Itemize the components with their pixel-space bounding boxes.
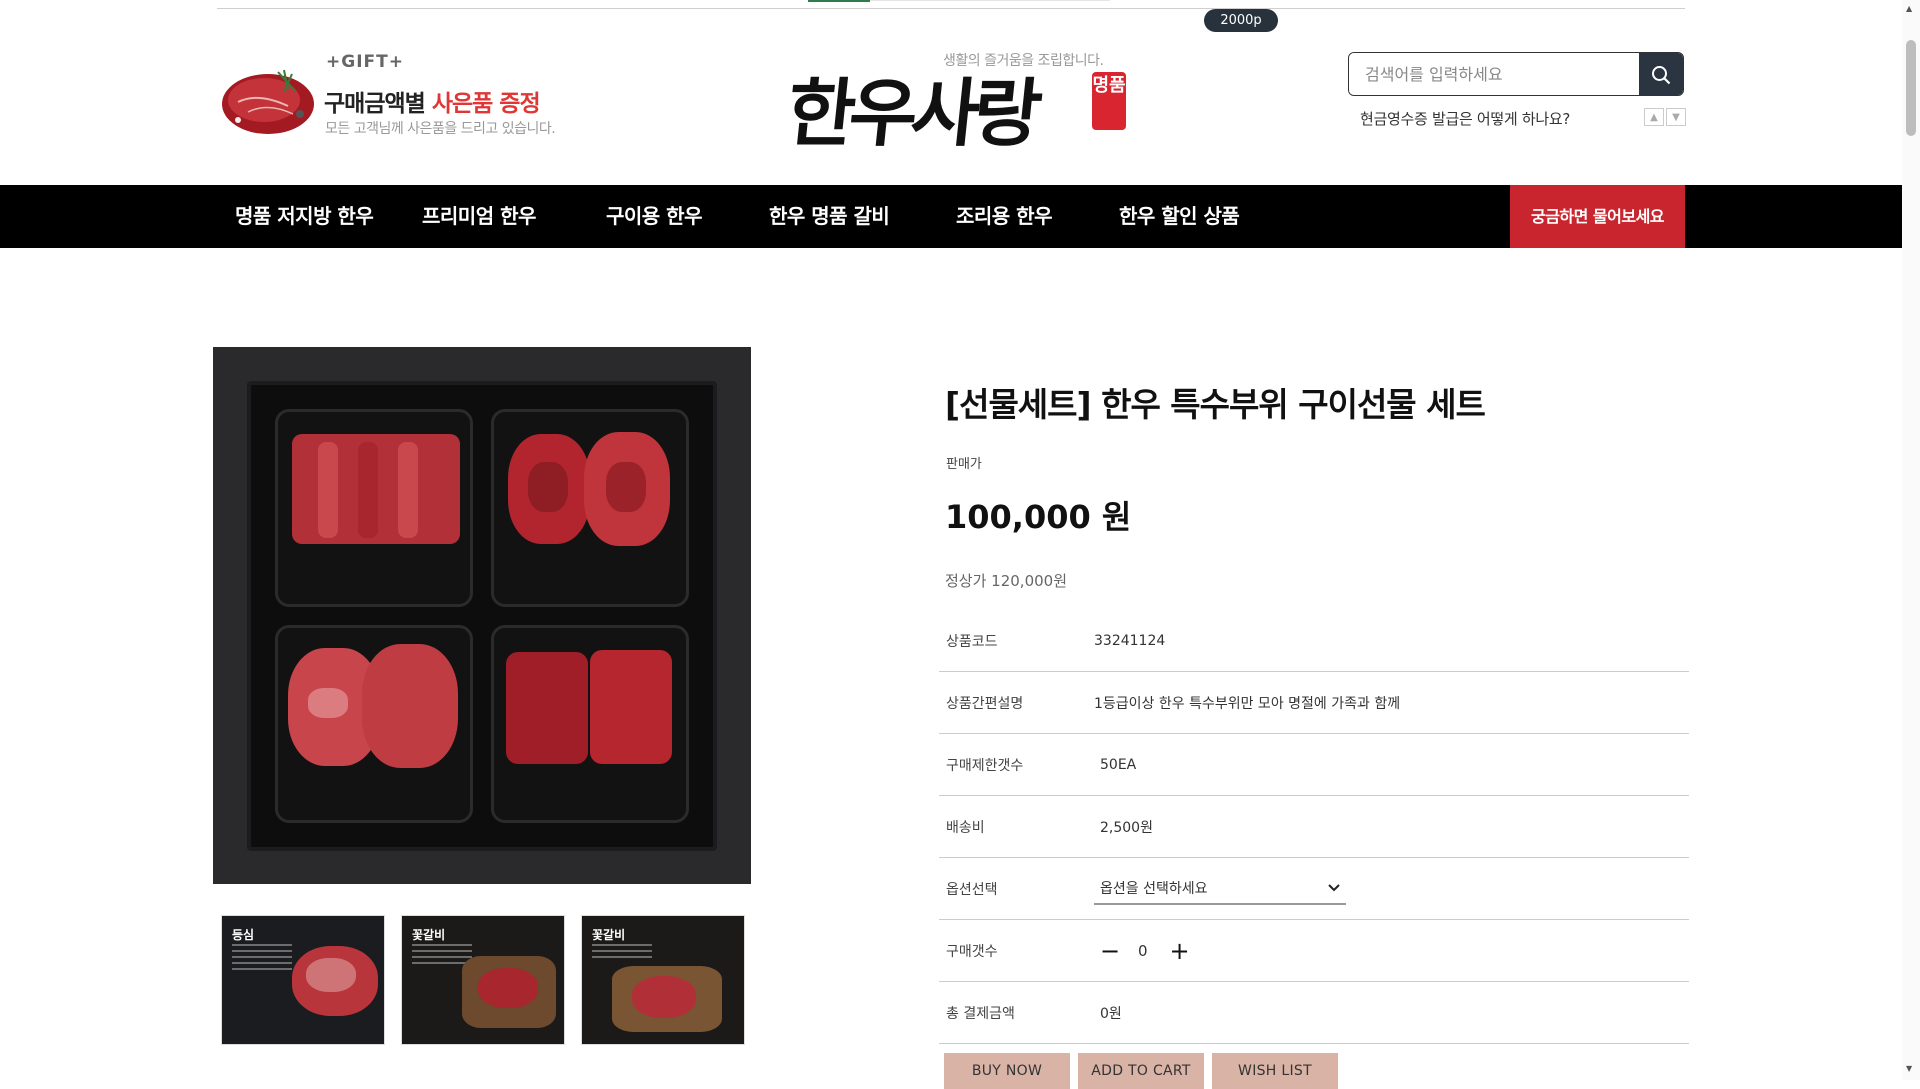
thumbnail-list: 등심 꽃갈비 꽃갈비 xyxy=(221,915,745,1045)
product-main-image[interactable] xyxy=(213,347,751,884)
thumbnail[interactable]: 꽃갈비 xyxy=(581,915,745,1045)
product-title: [선물세트] 한우 특수부위 구이선물 세트 xyxy=(945,385,1486,424)
info-row-shipping: 배송비 2,500원 xyxy=(939,796,1689,858)
meat-image xyxy=(222,69,314,134)
top-divider xyxy=(217,8,1685,9)
rolling-controls: ▲ ▼ xyxy=(1644,108,1686,126)
chevron-up-icon[interactable]: ▲ xyxy=(1644,108,1664,126)
gift-box-tray xyxy=(247,380,717,851)
gift-title: 구매금액별 사은품 증정 xyxy=(324,91,541,117)
page-scrollbar[interactable]: ▲ ▼ xyxy=(1902,0,1920,1080)
search-input[interactable] xyxy=(1349,53,1639,95)
product-info-table: 상품코드 33241124 상품간편설명 1등급이상 한우 특수부위만 모아 명… xyxy=(939,610,1689,1044)
chevron-down-icon[interactable]: ▼ xyxy=(1666,108,1686,126)
sale-price: 100,000 원 xyxy=(945,498,1132,536)
tray-cell xyxy=(275,624,473,823)
scroll-thumb[interactable] xyxy=(1906,40,1916,136)
thumbnail[interactable]: 등심 xyxy=(221,915,385,1045)
info-row-total: 총 결제금액 0원 xyxy=(939,982,1689,1044)
total-value: 0원 xyxy=(1100,1005,1122,1022)
option-label: 옵션선택 xyxy=(946,881,998,898)
info-row-code: 상품코드 33241124 xyxy=(939,610,1689,672)
nav-item-grill[interactable]: 구이용 한우 xyxy=(606,185,702,248)
total-label: 총 결제금액 xyxy=(946,1005,1015,1022)
rolling-notice[interactable]: 현금영수증 발급은 어떻게 하나요? xyxy=(1360,108,1570,129)
top-accent-bar xyxy=(808,0,870,2)
top-accent-bar-light xyxy=(870,0,1110,1)
logo-seal: 명품 xyxy=(1092,72,1126,130)
wish-list-button[interactable]: WISH LIST xyxy=(1212,1053,1338,1089)
buy-now-button[interactable]: BUY NOW xyxy=(944,1053,1070,1089)
logo-text: 한우사랑 xyxy=(782,71,1041,157)
tray-cell xyxy=(275,408,473,607)
site-logo[interactable]: 생활의 즐거움을 조립합니다. 한우사랑 명품 xyxy=(783,46,1128,157)
gift-banner[interactable]: +GIFT+ 구매금액별 사은품 증정 모든 고객님께 사은품을 드리고 있습니… xyxy=(218,50,588,150)
info-row-option: 옵션선택 옵션을 선택하세요 xyxy=(939,858,1689,920)
price-label: 판매가 xyxy=(946,457,982,472)
tray-cell xyxy=(491,624,689,823)
search-box xyxy=(1348,52,1684,96)
add-to-cart-button[interactable]: ADD TO CART xyxy=(1078,1053,1204,1089)
scroll-up-icon[interactable]: ▲ xyxy=(1906,4,1912,13)
scroll-down-icon[interactable]: ▼ xyxy=(1906,1064,1912,1073)
nav-item-sale[interactable]: 한우 할인 상품 xyxy=(1119,185,1240,248)
info-row-quantity: 구매갯수 − 0 + xyxy=(939,920,1689,982)
search-icon xyxy=(1652,66,1671,85)
nav-item-premium[interactable]: 프리미엄 한우 xyxy=(422,185,536,248)
nav-item-galbi[interactable]: 한우 명품 갈비 xyxy=(769,185,890,248)
quantity-label: 구매갯수 xyxy=(946,943,998,960)
points-badge[interactable]: 2000p xyxy=(1204,9,1278,32)
nav-item-low-fat[interactable]: 명품 저지방 한우 xyxy=(235,185,374,248)
main-nav: 명품 저지방 한우 프리미엄 한우 구이용 한우 한우 명품 갈비 조리용 한우… xyxy=(0,185,1902,248)
gift-subtitle: 모든 고객님께 사은품을 드리고 있습니다. xyxy=(325,121,556,137)
search-button[interactable] xyxy=(1639,53,1683,95)
minus-button[interactable]: − xyxy=(1100,939,1120,963)
action-buttons: BUY NOW ADD TO CART WISH LIST xyxy=(944,1053,1338,1089)
gift-tag: +GIFT+ xyxy=(326,52,404,72)
ask-button[interactable]: 궁금하면 물어보세요 xyxy=(1510,185,1685,248)
tray-cell xyxy=(491,408,689,607)
thumbnail[interactable]: 꽃갈비 xyxy=(401,915,565,1045)
plus-button[interactable]: + xyxy=(1170,939,1190,963)
quantity-stepper: − 0 + xyxy=(1094,939,1190,963)
quantity-value[interactable]: 0 xyxy=(1138,942,1148,960)
info-row-summary: 상품간편설명 1등급이상 한우 특수부위만 모아 명절에 가족과 함께 xyxy=(939,672,1689,734)
chevron-down-icon xyxy=(1328,883,1340,891)
info-row-limit: 구매제한갯수 50EA xyxy=(939,734,1689,796)
original-price: 정상가 120,000원 xyxy=(945,572,1067,590)
nav-item-cooking[interactable]: 조리용 한우 xyxy=(956,185,1052,248)
option-select[interactable]: 옵션을 선택하세요 xyxy=(1094,873,1346,905)
